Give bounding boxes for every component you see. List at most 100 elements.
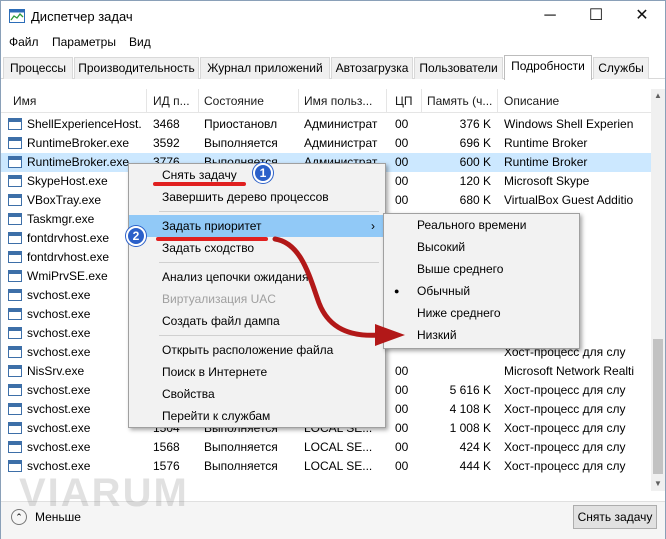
process-icon — [8, 118, 22, 130]
cell-cpu: 00 — [395, 459, 409, 473]
table-row[interactable]: svchost.exe 1568 Выполняется LOCAL SE... 00 4… — [1, 438, 651, 457]
cell-description: Хост-процесс для слу — [504, 459, 626, 473]
tab-performance[interactable]: Производительность — [74, 57, 199, 79]
process-icon — [8, 308, 22, 320]
end-task-underline — [153, 182, 246, 186]
column-cpu[interactable]: ЦП — [395, 94, 420, 108]
set-priority-label: Задать приоритет — [162, 219, 262, 233]
cell-status: Приостановл — [204, 117, 278, 131]
scroll-up-icon[interactable]: ▲ — [651, 89, 665, 103]
table-row[interactable]: ShellExperienceHost. 3468 Приостановл Админ… — [1, 115, 651, 134]
menu-item-set-priority[interactable]: Задать приоритет › — [129, 215, 385, 237]
menu-file[interactable]: Файл — [9, 35, 39, 49]
cell-cpu: 00 — [395, 136, 409, 150]
menu-item-properties[interactable]: Свойства — [129, 383, 385, 405]
cell-memory: 120 K — [459, 174, 491, 188]
priority-realtime[interactable]: Реального времени — [384, 214, 579, 236]
cell-cpu: 00 — [395, 364, 409, 378]
process-icon — [8, 346, 22, 358]
priority-high[interactable]: Высокий — [384, 236, 579, 258]
column-memory[interactable]: Память (ч... — [427, 94, 497, 108]
cell-user: Администрат — [304, 136, 378, 150]
cell-description: VirtualBox Guest Additio — [504, 193, 634, 207]
cell-status: Выполняется — [204, 136, 278, 150]
process-icon — [8, 422, 22, 434]
process-icon — [8, 384, 22, 396]
cell-description: Хост-процесс для слу — [504, 440, 626, 454]
menu-options[interactable]: Параметры — [52, 35, 116, 49]
cell-user: LOCAL SE... — [304, 459, 373, 473]
cell-cpu: 00 — [395, 193, 409, 207]
cell-name: ShellExperienceHost. — [27, 117, 142, 131]
menu-view[interactable]: Вид — [129, 35, 151, 49]
cell-description: Хост-процесс для слу — [504, 383, 626, 397]
tab-details[interactable]: Подробности — [504, 55, 592, 80]
end-task-button[interactable]: Снять задачу — [573, 505, 657, 529]
table-header: Имя ИД п... Состояние Имя польз... ЦП Па… — [1, 89, 651, 113]
tab-users[interactable]: Пользователи — [414, 57, 503, 79]
scroll-down-icon[interactable]: ▼ — [651, 477, 665, 491]
cell-cpu: 00 — [395, 383, 409, 397]
cell-memory: 4 108 K — [449, 402, 491, 416]
minimize-button[interactable]: ─ — [527, 1, 573, 31]
cell-cpu: 00 — [395, 421, 409, 435]
tab-processes[interactable]: Процессы — [3, 57, 73, 79]
step-one-badge: 1 — [253, 163, 273, 183]
cell-memory: 424 K — [459, 440, 491, 454]
close-button[interactable]: ✕ — [619, 1, 665, 31]
submenu-arrow-icon: › — [371, 219, 375, 233]
title-bar[interactable]: Диспетчер задач ─ ☐ ✕ — [1, 1, 665, 31]
priority-below-normal[interactable]: Ниже среднего — [384, 302, 579, 324]
cell-name: svchost.exe — [27, 440, 91, 454]
cell-memory: 696 K — [459, 136, 491, 150]
column-name[interactable]: Имя — [13, 94, 143, 108]
cell-pid: 1568 — [153, 440, 180, 454]
set-priority-underline — [156, 237, 268, 241]
watermark-logo: VIARUM — [19, 471, 189, 515]
scroll-thumb[interactable] — [653, 339, 663, 474]
column-status[interactable]: Состояние — [204, 94, 296, 108]
cell-description: Хост-процесс для слу — [504, 402, 626, 416]
process-icon — [8, 194, 22, 206]
cell-pid: 3468 — [153, 117, 180, 131]
menu-item-go-to-services[interactable]: Перейти к службам — [129, 405, 385, 427]
cell-memory: 5 616 K — [449, 383, 491, 397]
step-two-badge: 2 — [126, 226, 146, 246]
priority-submenu: Реального времени Высокий Выше среднего … — [383, 213, 580, 349]
column-description[interactable]: Описание — [504, 94, 644, 108]
vertical-scrollbar[interactable]: ▲ ▼ — [651, 89, 665, 491]
table-row[interactable]: RuntimeBroker.exe 3592 Выполняется Админист… — [1, 134, 651, 153]
process-icon — [8, 213, 22, 225]
priority-above-normal[interactable]: Выше среднего — [384, 258, 579, 280]
cell-status: Выполняется — [204, 440, 278, 454]
process-icon — [8, 403, 22, 415]
task-manager-window: Диспетчер задач ─ ☐ ✕ Файл Параметры Вид… — [0, 0, 666, 539]
window-title: Диспетчер задач — [31, 9, 133, 24]
priority-low[interactable]: Низкий — [384, 324, 579, 346]
cell-cpu: 00 — [395, 117, 409, 131]
process-icon — [8, 441, 22, 453]
cell-description: Microsoft Skype — [504, 174, 590, 188]
column-pid[interactable]: ИД п... — [153, 94, 197, 108]
cell-memory: 600 K — [459, 155, 491, 169]
cell-description: Хост-процесс для слу — [504, 421, 626, 435]
priority-normal-label: Обычный — [417, 284, 471, 298]
process-icon — [8, 365, 22, 377]
menu-item-end-process-tree[interactable]: Завершить дерево процессов — [129, 186, 385, 208]
task-manager-icon — [9, 9, 25, 23]
maximize-button[interactable]: ☐ — [573, 1, 619, 31]
cell-user: Администрат — [304, 117, 378, 131]
cell-cpu: 00 — [395, 440, 409, 454]
tab-startup[interactable]: Автозагрузка — [331, 57, 413, 79]
process-icon — [8, 270, 22, 282]
column-user[interactable]: Имя польз... — [304, 94, 384, 108]
tab-services[interactable]: Службы — [593, 57, 649, 79]
tab-app-history[interactable]: Журнал приложений — [200, 57, 330, 79]
process-icon — [8, 289, 22, 301]
tab-strip: Процессы Производительность Журнал прило… — [1, 55, 665, 80]
cell-memory: 1 008 K — [449, 421, 491, 435]
cell-memory: 444 K — [459, 459, 491, 473]
menu-bar: Файл Параметры Вид — [1, 31, 665, 53]
priority-normal[interactable]: ● Обычный — [384, 280, 579, 302]
menu-item-search-online[interactable]: Поиск в Интернете — [129, 361, 385, 383]
